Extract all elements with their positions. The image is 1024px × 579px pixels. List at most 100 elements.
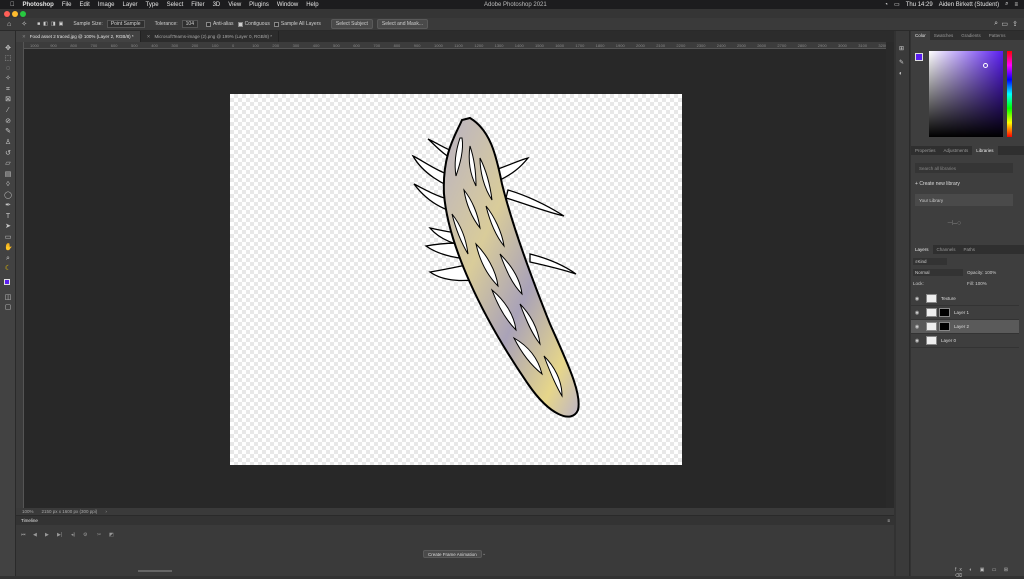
transition-icon[interactable]: ◩	[109, 532, 114, 538]
audio-icon[interactable]: ◂)	[71, 532, 75, 538]
sample-all-layers-checkbox[interactable]	[273, 21, 279, 27]
search-icon[interactable]: ⌕	[994, 20, 998, 28]
new-selection-icon[interactable]: ■	[37, 21, 40, 27]
zoom-slider[interactable]	[138, 570, 172, 572]
stamp-tool-icon[interactable]: ♙	[4, 139, 12, 146]
pen-tool-icon[interactable]: ✒	[4, 202, 12, 209]
layer-row-layer-1[interactable]: ◉ Layer 1	[911, 306, 1019, 320]
eye-icon[interactable]: ◉	[913, 310, 921, 316]
tab-gradients[interactable]: Gradients	[957, 31, 985, 40]
type-tool-icon[interactable]: T	[4, 213, 12, 220]
layer-row-texture[interactable]: ◉ Texture	[911, 292, 1019, 306]
tab-patterns[interactable]: Patterns	[985, 31, 1010, 40]
tab-layers[interactable]: Layers	[911, 245, 933, 254]
create-frame-animation-button[interactable]: Create Frame Animation	[423, 550, 482, 558]
select-and-mask-button[interactable]: Select and Mask...	[376, 19, 428, 29]
gradient-tool-icon[interactable]: ▤	[4, 171, 12, 178]
menu-filter[interactable]: Filter	[191, 2, 204, 8]
history-icon[interactable]: ⊞	[899, 45, 904, 52]
your-library-item[interactable]: Your Library	[915, 194, 1013, 206]
menu-edit[interactable]: Edit	[80, 2, 90, 8]
hue-slider[interactable]	[1007, 51, 1012, 137]
path-selection-icon[interactable]: ➤	[4, 223, 12, 230]
document-canvas[interactable]	[230, 94, 682, 465]
quick-mask-icon[interactable]: ◫	[4, 294, 12, 301]
prev-frame-icon[interactable]: ◀	[33, 532, 37, 538]
status-chevron-icon[interactable]: ›	[105, 509, 107, 514]
menu-window[interactable]: Window	[277, 2, 298, 8]
opacity-value[interactable]: 100%	[985, 270, 997, 275]
menu-help[interactable]: Help	[306, 2, 318, 8]
layer-mask-thumbnail[interactable]	[939, 322, 950, 331]
battery-icon[interactable]: ▭	[894, 1, 900, 8]
spotlight-icon[interactable]: ⌕	[1005, 1, 1008, 8]
dropdown-chevron-icon[interactable]: ⌄	[482, 551, 486, 557]
healing-brush-icon[interactable]: ⊘	[4, 118, 12, 125]
menu-app[interactable]: Photoshop	[23, 2, 54, 8]
history-brush-icon[interactable]: ↺	[4, 150, 12, 157]
panel-menu-icon[interactable]: ≡	[887, 518, 890, 523]
zoom-window-button[interactable]	[20, 11, 26, 17]
tab-properties[interactable]: Properties	[911, 146, 940, 155]
layer-mask-thumbnail[interactable]	[939, 308, 950, 317]
contiguous-checkbox[interactable]	[237, 21, 243, 27]
menu-view[interactable]: View	[228, 2, 241, 8]
close-window-button[interactable]	[4, 11, 10, 17]
menu-image[interactable]: Image	[98, 2, 115, 8]
eye-icon[interactable]: ◉	[913, 296, 921, 302]
tab-teams-image[interactable]: ✕ MicrosoftTeams-image (2).png @ 199% (L…	[141, 31, 280, 42]
timeline-title[interactable]: Timeline	[21, 518, 38, 523]
eye-icon[interactable]: ◉	[913, 324, 921, 330]
color-picker-handle[interactable]	[983, 63, 988, 68]
color-picker-field[interactable]	[929, 51, 1003, 137]
menu-type[interactable]: Type	[146, 2, 159, 8]
control-center-icon[interactable]: ≡	[1014, 2, 1018, 8]
layer-row-layer-0[interactable]: ◉ Layer 0	[911, 334, 1019, 348]
tolerance-input[interactable]: 104	[181, 20, 198, 28]
foreground-color-swatch[interactable]	[4, 279, 10, 285]
brush-tool-icon[interactable]: ✎	[4, 128, 12, 135]
foreground-swatch[interactable]	[915, 53, 923, 61]
tab-libraries[interactable]: Libraries	[972, 146, 998, 155]
menu-3d[interactable]: 3D	[213, 2, 221, 8]
magic-wand-tool-icon[interactable]: ✧	[21, 20, 27, 28]
blur-tool-icon[interactable]: ◊	[4, 181, 12, 188]
marquee-tool-icon[interactable]: ⬚	[4, 55, 12, 62]
rectangle-tool-icon[interactable]: ▭	[4, 234, 12, 241]
frame-tool-icon[interactable]: ⊠	[4, 96, 12, 103]
vertical-scrollbar[interactable]	[886, 42, 894, 508]
crop-tool-icon[interactable]: ⌗	[4, 86, 12, 93]
apple-icon[interactable]: 	[10, 2, 15, 8]
eyedropper-tool-icon[interactable]: ⁄	[4, 107, 12, 114]
user-name[interactable]: Aiden Birkett (Student)	[939, 2, 999, 8]
menu-layer[interactable]: Layer	[123, 2, 138, 8]
home-icon[interactable]: ⌂	[7, 21, 11, 28]
anti-alias-checkbox[interactable]	[205, 21, 211, 27]
clock[interactable]: Thu 14:29	[906, 2, 933, 8]
settings-icon[interactable]: ⚙	[83, 532, 87, 538]
fill-control[interactable]: Fill: 100%	[967, 281, 987, 286]
tab-paths[interactable]: Paths	[960, 245, 980, 254]
close-tab-icon[interactable]: ✕	[22, 34, 26, 40]
tab-adjustments[interactable]: Adjustments	[940, 146, 973, 155]
zoom-tool-icon[interactable]: ⌕	[4, 255, 12, 262]
play-icon[interactable]: ▶	[45, 532, 49, 538]
tab-channels[interactable]: Channels	[933, 245, 960, 254]
menu-file[interactable]: File	[62, 2, 72, 8]
create-new-library-button[interactable]: + Create new library	[915, 181, 960, 187]
brush-settings-icon[interactable]: ✎	[899, 59, 904, 66]
blend-mode-select[interactable]: Normal	[913, 269, 963, 276]
eye-icon[interactable]: ◉	[913, 338, 921, 344]
close-tab-icon[interactable]: ✕	[147, 34, 151, 40]
lasso-tool-icon[interactable]: ◌	[4, 65, 12, 72]
add-selection-icon[interactable]: ◧	[43, 21, 48, 27]
menu-plugins[interactable]: Plugins	[249, 2, 269, 8]
fill-value[interactable]: 100%	[975, 281, 987, 286]
subtract-selection-icon[interactable]: ◨	[51, 21, 56, 27]
intersect-selection-icon[interactable]: ▣	[59, 21, 64, 27]
dodge-tool-icon[interactable]: ◯	[4, 192, 12, 199]
zoom-level[interactable]: 100%	[22, 509, 34, 514]
layer-filter-kind[interactable]: ⌕ Kind	[913, 258, 947, 265]
edit-toolbar-icon[interactable]: ☾	[4, 265, 12, 272]
adjustments-icon[interactable]: ◐	[899, 71, 903, 77]
